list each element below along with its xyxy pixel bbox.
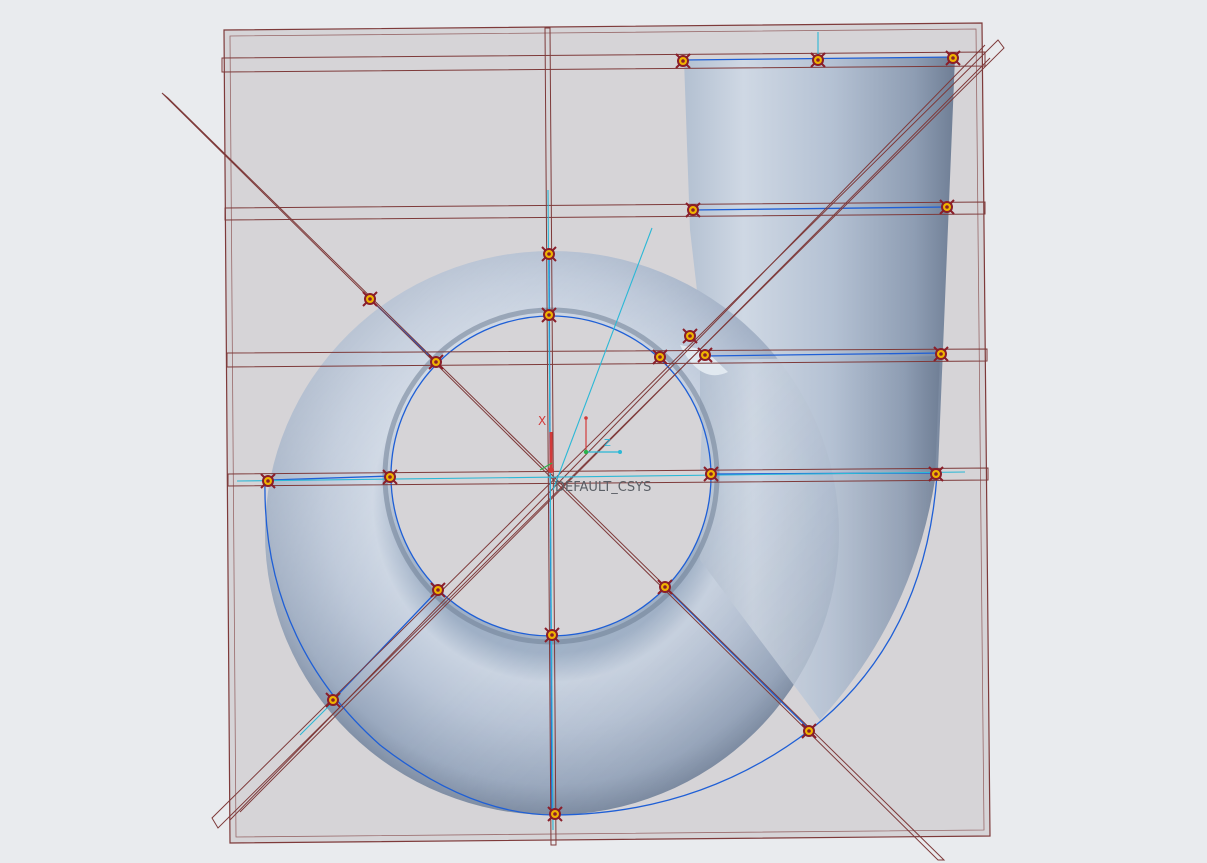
datum-point-icon[interactable] — [685, 202, 701, 218]
datum-point-icon[interactable] — [362, 291, 378, 307]
datum-point-icon[interactable] — [703, 466, 719, 482]
datum-point-icon[interactable] — [675, 53, 691, 69]
datum-point-icon[interactable] — [260, 473, 276, 489]
datum-point-icon[interactable] — [933, 346, 949, 362]
model-scene[interactable]: X Z DEFAULT_CSYS — [0, 0, 1207, 863]
datum-point-icon[interactable] — [541, 246, 557, 262]
datum-point-icon[interactable] — [547, 806, 563, 822]
datum-point-icon[interactable] — [697, 347, 713, 363]
datum-point-icon[interactable] — [428, 354, 444, 370]
model-viewport[interactable]: X Z DEFAULT_CSYS — [0, 0, 1207, 863]
csys-label: DEFAULT_CSYS — [555, 480, 651, 495]
datum-point-icon[interactable] — [657, 579, 673, 595]
datum-point-icon[interactable] — [801, 723, 817, 739]
datum-point-icon[interactable] — [430, 582, 446, 598]
csys-z-label: Z — [604, 438, 611, 449]
datum-point-icon[interactable] — [945, 50, 961, 66]
datum-point-icon[interactable] — [682, 328, 698, 344]
datum-point-icon[interactable] — [652, 349, 668, 365]
datum-point-icon[interactable] — [928, 466, 944, 482]
datum-point-icon[interactable] — [541, 307, 557, 323]
datum-point-icon[interactable] — [810, 52, 826, 68]
datum-point-icon[interactable] — [382, 469, 398, 485]
datum-point-icon[interactable] — [544, 627, 560, 643]
datum-point-icon[interactable] — [325, 692, 341, 708]
datum-point-icon[interactable] — [939, 199, 955, 215]
csys-x-label: X — [538, 414, 546, 428]
